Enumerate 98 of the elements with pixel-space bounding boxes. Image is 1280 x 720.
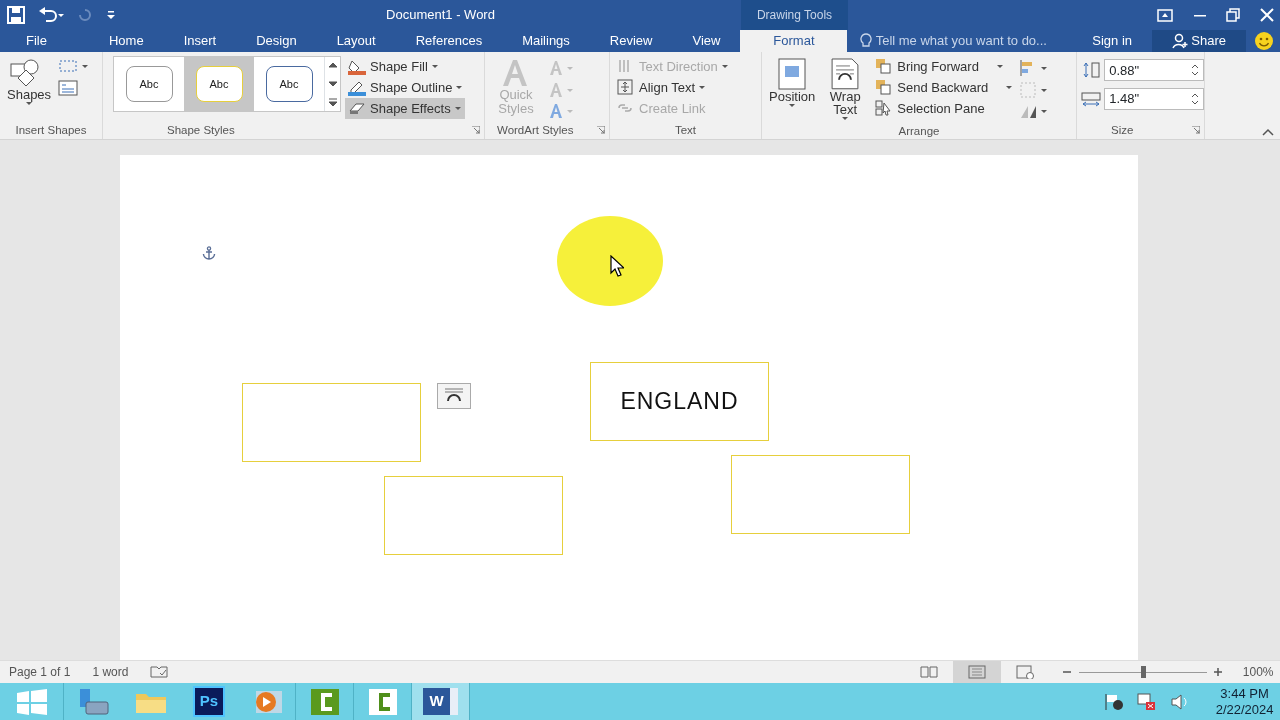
style-swatch[interactable]: Abc — [184, 57, 254, 111]
customize-icon[interactable] — [105, 10, 116, 20]
position-icon — [777, 58, 808, 90]
caret-icon — [996, 65, 1003, 68]
caret-icon — [456, 86, 463, 89]
shape-height-icon — [1081, 62, 1101, 79]
web-layout-icon — [1015, 665, 1036, 679]
ribbon-tab[interactable]: Layout — [316, 30, 396, 52]
shapes-button[interactable]: Shapes — [4, 56, 55, 121]
ribbon-tab[interactable]: View — [672, 30, 741, 52]
ribbon-tab[interactable]: Insert — [163, 30, 237, 52]
smiley-icon[interactable] — [1254, 31, 1274, 51]
command-button[interactable]: Selection Pane — [872, 98, 1016, 119]
group-label: Size — [1111, 123, 1134, 138]
taskbar-app[interactable]: Ps — [180, 683, 238, 720]
zoom-slider[interactable] — [1078, 665, 1207, 679]
ribbon-tab[interactable]: References — [395, 30, 503, 52]
flag-icon[interactable] — [1103, 692, 1124, 711]
tell-me-field[interactable]: Tell me what you want to do... — [860, 30, 1047, 52]
word-count-label: 1 word — [92, 664, 129, 681]
pencil-icon — [348, 79, 366, 96]
dialog-launcher-icon[interactable] — [597, 126, 605, 134]
view-button[interactable] — [953, 661, 1002, 683]
group-label: Arrange — [898, 124, 940, 139]
dialog-launcher-icon[interactable] — [472, 126, 480, 134]
lightbulb-icon — [860, 33, 873, 49]
cursor-highlight-icon — [556, 215, 664, 307]
mouse-pointer-icon — [610, 255, 624, 277]
selection-pane-icon — [875, 100, 894, 117]
text-effects-icon[interactable] — [547, 101, 575, 120]
shape-width-icon — [1081, 90, 1101, 107]
text-box-icon[interactable] — [58, 79, 79, 96]
zoom-in-icon[interactable] — [1213, 667, 1224, 677]
anchor-icon — [202, 246, 216, 260]
taskbar-clock[interactable]: 3:44 PM 2/22/2024 — [1215, 685, 1274, 718]
ribbon-tab[interactable]: Review — [589, 30, 673, 52]
send-backward-icon — [875, 79, 894, 96]
command-button[interactable]: Shape Outline — [345, 77, 466, 98]
zoom-level-label[interactable]: 100% — [1242, 663, 1274, 681]
window-title: Document1 - Word — [386, 6, 495, 25]
read-mode-icon — [919, 665, 940, 679]
collapse-ribbon-icon[interactable] — [1261, 127, 1274, 136]
arrange-button[interactable]: Wrap Text — [822, 56, 869, 122]
spinner-icon[interactable] — [1191, 92, 1200, 105]
ribbon-tab[interactable]: Design — [236, 30, 317, 52]
command-button[interactable]: Send Backward — [872, 77, 1016, 98]
edit-shape-icon[interactable] — [58, 59, 89, 74]
caret-icon — [26, 101, 33, 105]
network-error-icon[interactable] — [1136, 692, 1157, 711]
shape-effects-icon — [348, 100, 366, 117]
restore-icon[interactable] — [1226, 8, 1240, 22]
caret-icon — [699, 86, 706, 89]
paint-bucket-icon — [348, 58, 366, 75]
sign-in-link[interactable]: Sign in — [1072, 30, 1153, 52]
save-icon[interactable] — [6, 6, 25, 24]
caret-icon — [454, 107, 461, 110]
layout-options-icon[interactable] — [437, 383, 471, 409]
redo-icon[interactable] — [76, 7, 93, 23]
speaker-icon[interactable] — [1169, 692, 1190, 711]
text-box[interactable]: ENGLAND — [590, 362, 769, 441]
size-field[interactable]: 1.48" — [1104, 87, 1205, 110]
group-label: WordArt Styles — [497, 123, 574, 138]
caret-icon — [721, 65, 728, 68]
taskbar-app[interactable]: W — [412, 683, 470, 720]
proofing-icon[interactable] — [150, 665, 169, 679]
dialog-launcher-icon[interactable] — [1192, 126, 1200, 134]
group-label: Text — [674, 123, 697, 138]
undo-icon[interactable] — [37, 7, 64, 23]
wrap-text-icon — [830, 58, 861, 90]
group-label: Shape Styles — [167, 123, 235, 138]
more-icon[interactable] — [327, 96, 339, 108]
share-person-icon — [1172, 33, 1189, 49]
caret-icon — [1006, 86, 1013, 89]
ribbon-display-icon[interactable] — [1157, 8, 1173, 22]
caret-icon — [431, 65, 438, 68]
close-icon[interactable] — [1259, 8, 1274, 22]
share-button[interactable]: Share — [1152, 30, 1246, 52]
ribbon-tab[interactable]: File — [6, 30, 67, 52]
arrange-button[interactable]: Position — [766, 56, 819, 122]
command-button[interactable]: Bring Forward — [872, 56, 1016, 77]
context-group-label: Drawing Tools — [741, 0, 848, 30]
size-field[interactable]: 0.88" — [1104, 59, 1205, 82]
windows-logo-icon — [15, 688, 48, 715]
ribbon-tab[interactable]: Mailings — [502, 30, 590, 52]
print-layout-icon — [967, 665, 988, 679]
group-label: Insert Shapes — [15, 123, 87, 138]
caret-icon — [842, 117, 849, 120]
ribbon-tab[interactable]: Format — [740, 30, 848, 52]
align-icon[interactable] — [1019, 59, 1050, 78]
command-button[interactable]: Align Text — [614, 77, 731, 98]
command-button[interactable]: Shape Fill — [345, 56, 466, 77]
align-text-icon — [617, 79, 635, 96]
page-count-label: Page 1 of 1 — [9, 664, 71, 681]
caret-icon — [789, 103, 796, 107]
ribbon-tab[interactable]: Home — [88, 30, 164, 52]
command-button[interactable]: Shape Effects — [345, 98, 466, 119]
bring-forward-icon — [875, 58, 894, 75]
spinner-icon[interactable] — [1191, 64, 1200, 77]
